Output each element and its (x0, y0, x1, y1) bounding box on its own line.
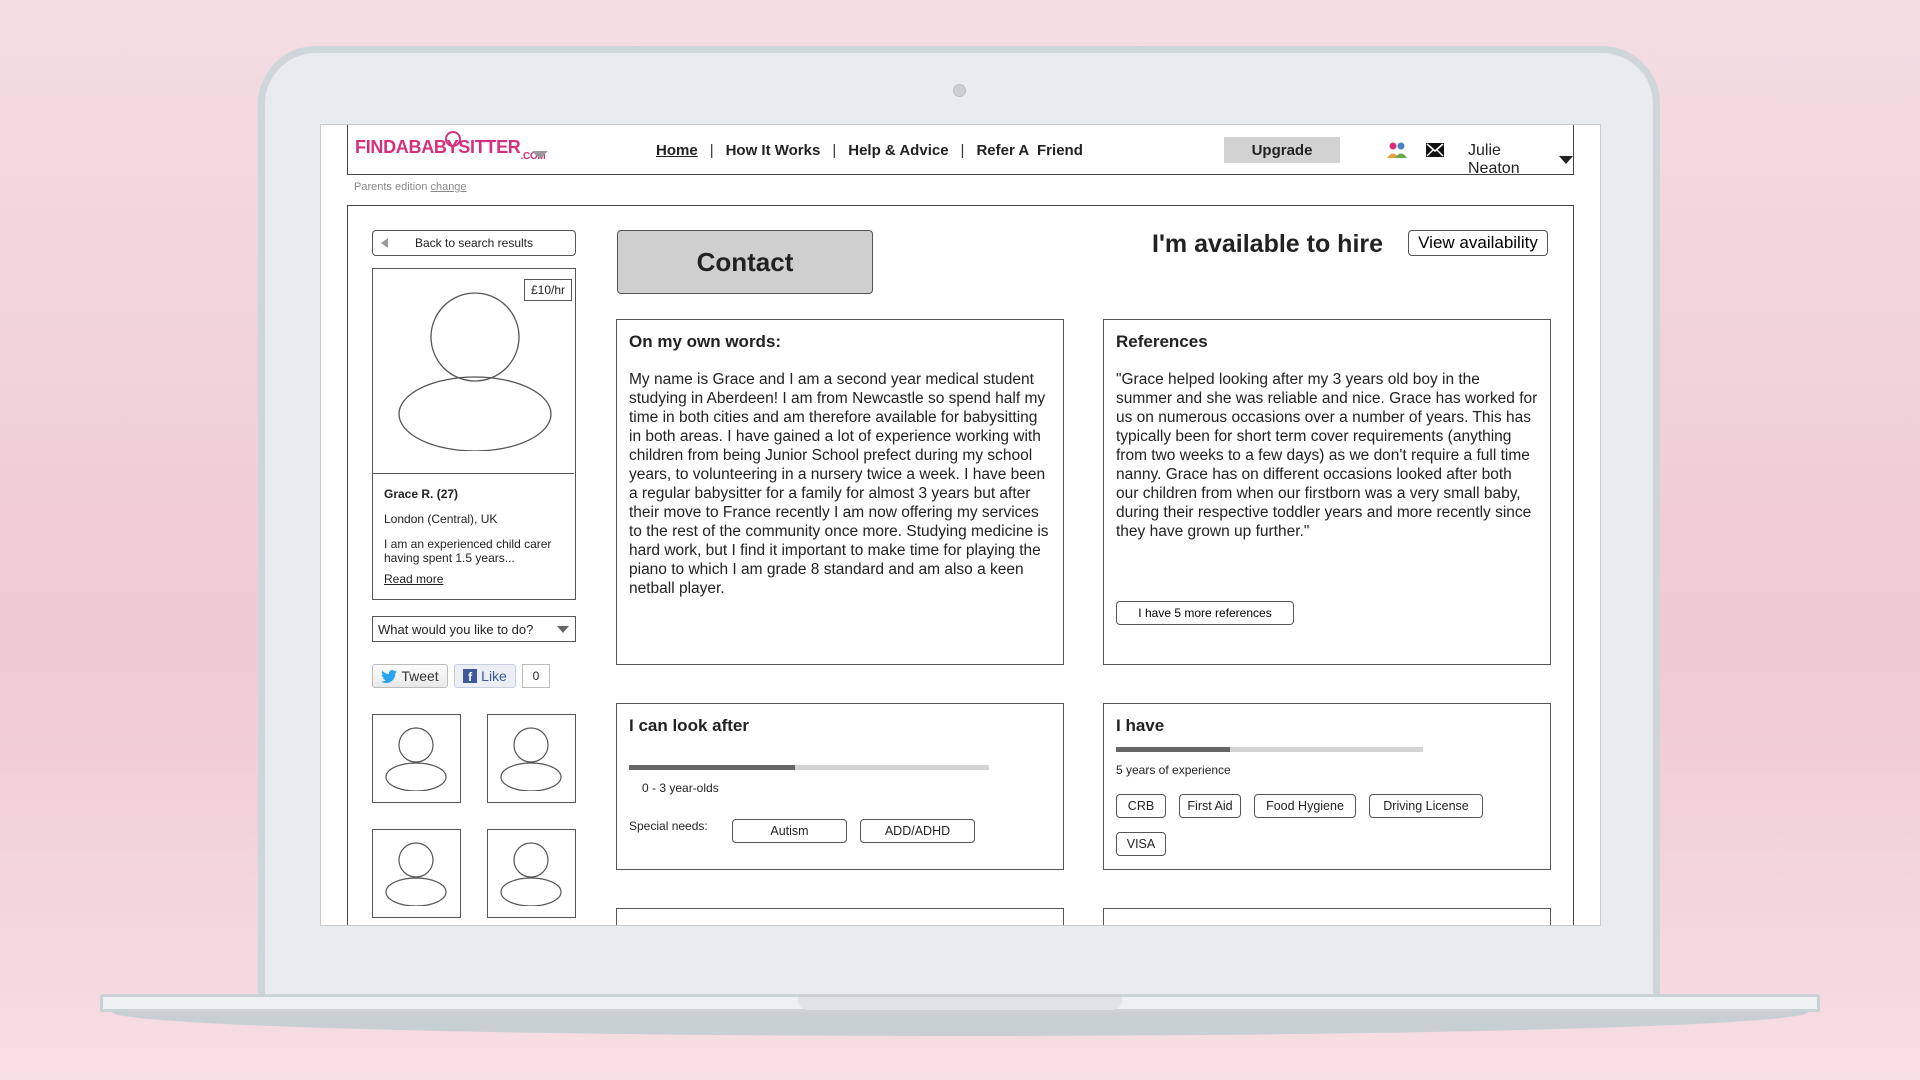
gallery-thumbnail[interactable] (487, 829, 576, 918)
screen: FINDABABYSITTER.COM Home | How It Works … (320, 124, 1601, 926)
i-have-title: I have (1116, 716, 1165, 735)
main-nav: Home | How It Works | Help & Advice | Re… (644, 142, 1095, 159)
age-range-fill (629, 765, 795, 770)
action-dropdown-label: What would you like to do? (378, 621, 534, 637)
logo-dropdown-icon[interactable] (532, 151, 548, 159)
qualification-tag: Food Hygiene (1254, 794, 1356, 818)
qualification-tag: VISA (1116, 832, 1166, 856)
age-range-label: 0 - 3 year-olds (642, 781, 719, 795)
avatar-placeholder-icon (385, 842, 447, 906)
qualification-tag: First Aid (1179, 794, 1241, 818)
panel-cut-off-right (1103, 908, 1551, 925)
user-menu[interactable]: Julie Neaton (1468, 142, 1573, 178)
qualification-tag: Driving License (1369, 794, 1483, 818)
age-range-bar (629, 765, 989, 770)
experience-fill (1116, 747, 1230, 752)
references-title: References (1116, 332, 1208, 351)
gallery-thumbnail[interactable] (372, 714, 461, 803)
experience-label: 5 years of experience (1116, 763, 1231, 777)
profile-card: £10/hr Grace R. (27) London (Central), U… (372, 268, 576, 600)
profile-location: London (Central), UK (384, 512, 498, 526)
nav-refer-friend[interactable]: Refer A Friend (964, 142, 1094, 159)
profile-name: Grace R. (27) (384, 487, 459, 501)
special-need-tag: ADD/ADHD (860, 819, 975, 843)
avatar-placeholder-icon (500, 727, 562, 791)
view-availability-button[interactable]: View availability (1408, 230, 1548, 256)
reference-quote: "Grace helped looking after my 3 years o… (1116, 371, 1538, 540)
avatar-placeholder-icon (500, 842, 562, 906)
panel-cut-off-left (616, 908, 1064, 925)
nav-how-it-works[interactable]: How It Works (714, 142, 833, 159)
facebook-icon: f (463, 669, 478, 683)
contact-button[interactable]: Contact (617, 230, 873, 294)
profile-content: Back to search results £10/hr Grace R. (… (347, 205, 1574, 925)
i-have-panel: I have 5 years of experience CRB First A… (1103, 703, 1551, 870)
edition-change-link[interactable]: change (430, 181, 466, 193)
logo-text: FINDABABYSITTER (355, 137, 521, 157)
nav-help-advice[interactable]: Help & Advice (836, 142, 960, 159)
experience-bar (1116, 747, 1423, 752)
own-words-panel: On my own words: My name is Grace and I … (616, 319, 1064, 665)
own-words-title: On my own words: (629, 332, 782, 351)
user-name: Julie Neaton (1468, 142, 1520, 177)
availability-heading: I'm available to hire (1152, 230, 1384, 258)
gallery-thumbnail[interactable] (487, 714, 576, 803)
more-references-button[interactable]: I have 5 more references (1116, 601, 1294, 625)
site-header: FINDABABYSITTER.COM Home | How It Works … (347, 125, 1574, 178)
avatar-placeholder-icon (398, 292, 552, 451)
look-after-panel: I can look after 0 - 3 year-olds Special… (616, 703, 1064, 870)
tweet-label: Tweet (401, 668, 439, 684)
own-words-text: My name is Grace and I am a second year … (629, 371, 1049, 597)
back-label: Back to search results (414, 236, 534, 250)
twitter-bird-icon (381, 669, 398, 683)
read-more-link[interactable]: Read more (384, 572, 443, 586)
facebook-like-button[interactable]: f Like (454, 664, 516, 688)
like-label: Like (481, 668, 507, 684)
edition-text: Parents edition (354, 181, 428, 193)
nav-home[interactable]: Home (644, 142, 710, 159)
special-need-tag: Autism (732, 819, 847, 843)
tweet-button[interactable]: Tweet (372, 664, 448, 688)
mail-icon[interactable] (1426, 143, 1444, 157)
people-icon[interactable] (1386, 141, 1408, 159)
edition-info: Parents edition change (354, 181, 467, 193)
chevron-down-icon (557, 626, 569, 633)
qualification-tag: CRB (1116, 794, 1166, 818)
laptop-notch (798, 997, 1122, 1010)
camera-icon (953, 84, 966, 97)
profile-photo: £10/hr (373, 269, 574, 474)
look-after-title: I can look after (629, 716, 749, 735)
site-logo[interactable]: FINDABABYSITTER.COM (355, 137, 546, 162)
profile-bio: I am an experienced child carer having s… (384, 537, 552, 565)
like-count: 0 (522, 664, 550, 688)
gallery-thumbnail[interactable] (372, 829, 461, 918)
upgrade-button[interactable]: Upgrade (1224, 137, 1340, 163)
chevron-down-icon (1559, 156, 1573, 164)
references-panel: References "Grace helped looking after m… (1103, 319, 1551, 665)
laptop-shadow (112, 1012, 1808, 1036)
special-needs-label: Special needs: (629, 819, 708, 833)
action-dropdown[interactable]: What would you like to do? (372, 616, 576, 642)
back-to-results-button[interactable]: Back to search results (372, 230, 576, 256)
avatar-placeholder-icon (385, 727, 447, 791)
back-arrow-icon (381, 238, 388, 248)
